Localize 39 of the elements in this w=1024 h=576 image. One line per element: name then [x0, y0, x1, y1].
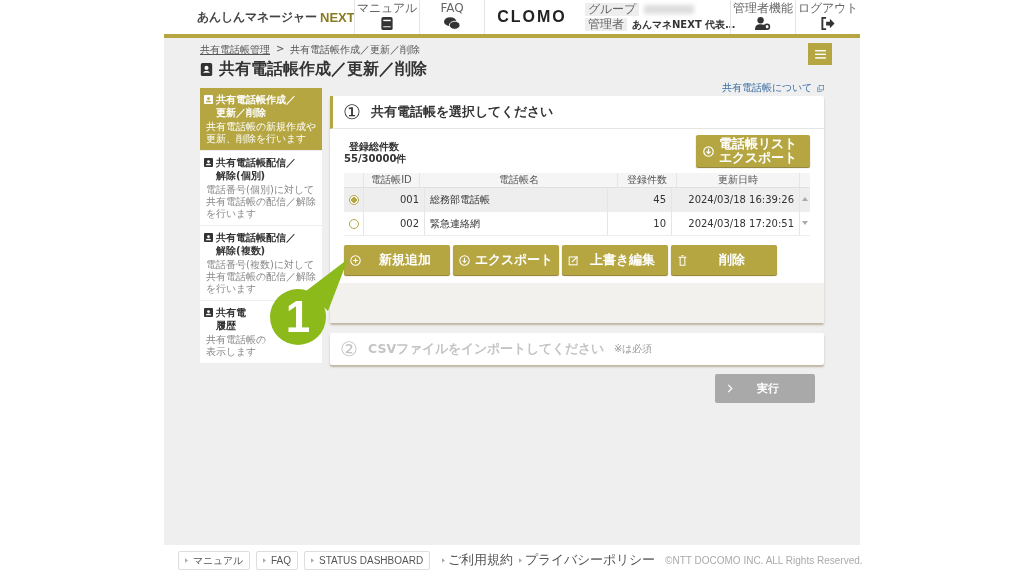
- footer-button[interactable]: FAQ: [256, 551, 298, 570]
- header-nav-button[interactable]: マニュアル: [354, 0, 419, 34]
- breadcrumb-separator: >: [276, 43, 285, 56]
- app-logo-text: あんしんマネージャー: [197, 8, 317, 26]
- column-header: 電話帳ID: [364, 173, 420, 187]
- breadcrumb-link[interactable]: 共有電話帳管理: [200, 43, 270, 57]
- admin-label: 管理者: [585, 18, 627, 31]
- step-number: ②: [340, 337, 358, 361]
- column-header: 更新日時: [677, 173, 800, 187]
- required-note: ※は必須: [614, 342, 653, 356]
- table-cell: 45: [608, 188, 672, 211]
- count-label: 登録総件数: [348, 141, 400, 153]
- step-title: CSVファイルをインポートしてください: [368, 340, 605, 358]
- count-value: 55/30000件: [344, 153, 407, 165]
- header-action-button[interactable]: ログアウト: [795, 0, 860, 34]
- step-title: 共有電話帳を選択してください: [371, 103, 553, 121]
- column-header: 電話帳名: [420, 173, 618, 187]
- sidebar-item[interactable]: 共有電話帳配信／ 解除(個別) 電話番号(個別)に対して 共有電話帳の配信／解除 を行います: [200, 151, 322, 226]
- column-header: 登録件数: [618, 173, 677, 187]
- table-cell: 2024/03/18 17:20:51: [672, 212, 800, 235]
- table-cell: 総務部電話帳: [425, 188, 608, 211]
- app-logo-accent: NEXT: [320, 9, 355, 25]
- table-cell: 002: [364, 212, 425, 235]
- page-title: 共有電話帳作成／更新／削除: [219, 59, 427, 80]
- footer-link[interactable]: プライバシーポリシー: [519, 552, 656, 569]
- brand-logo: CLOMO: [497, 8, 567, 26]
- footer-button[interactable]: マニュアル: [178, 551, 250, 570]
- footer-link[interactable]: ご利用規約: [442, 552, 514, 569]
- breadcrumb-current: 共有電話帳作成／更新／削除: [290, 43, 421, 57]
- table-cell: 10: [608, 212, 672, 235]
- copyright-text: ©NTT DOCOMO INC. ALL Rights Reserved.: [665, 555, 863, 566]
- footer-button[interactable]: STATUS DASHBOARD: [304, 551, 431, 570]
- step-number: ①: [343, 100, 361, 124]
- table-cell: 001: [364, 188, 425, 211]
- help-link[interactable]: 共有電話帳について: [722, 81, 812, 95]
- group-label: グループ: [585, 2, 639, 16]
- table-cell: 緊急連絡網: [425, 212, 608, 235]
- header-nav-button[interactable]: FAQ: [419, 0, 484, 34]
- table-cell: 2024/03/18 16:39:26: [672, 188, 800, 211]
